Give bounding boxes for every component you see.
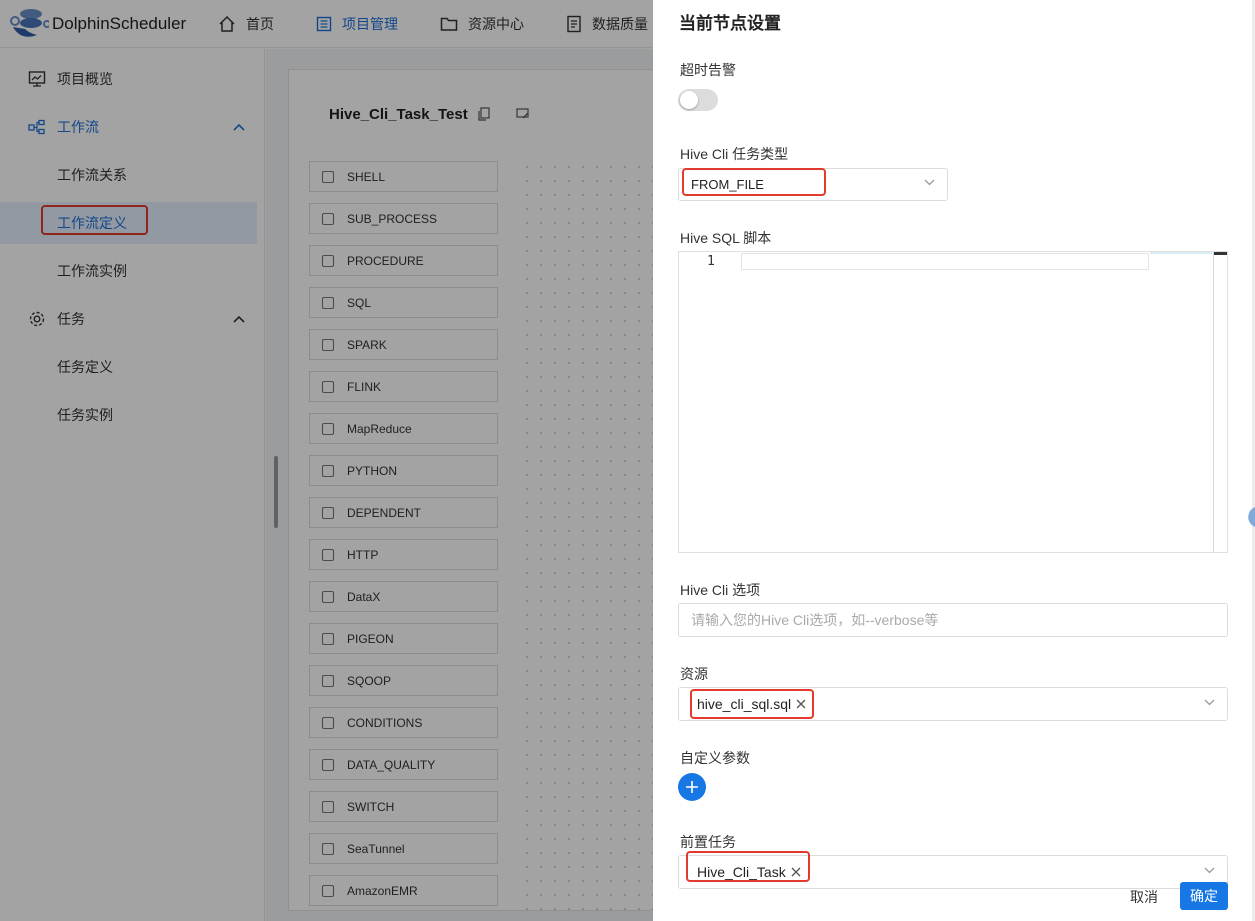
line-number: 1 (707, 254, 715, 269)
chevron-down-icon (1204, 867, 1215, 874)
editor-current-line[interactable] (741, 253, 1149, 270)
chevron-down-icon (1204, 699, 1215, 706)
plus-icon (685, 780, 699, 794)
modal-mask[interactable] (0, 0, 653, 921)
highlight-box (686, 851, 810, 882)
pre-task-label: 前置任务 (680, 834, 736, 850)
highlight-box (690, 689, 814, 719)
editor-ruler (1150, 252, 1212, 254)
options-input[interactable]: 请输入您的Hive Cli选项，如--verbose等 (678, 603, 1228, 637)
custom-params-label: 自定义参数 (680, 750, 750, 766)
page: { "header": { "app_name": "DolphinSchedu… (0, 0, 1255, 921)
options-label: Hive Cli 选项 (680, 582, 761, 598)
options-placeholder: 请输入您的Hive Cli选项，如--verbose等 (691, 612, 939, 628)
cancel-button[interactable]: 取消 (1130, 887, 1158, 907)
timeout-toggle[interactable] (678, 89, 718, 111)
chevron-down-icon (924, 179, 935, 186)
resource-label: 资源 (680, 666, 708, 682)
side-widget-icon[interactable] (1244, 505, 1255, 529)
drawer-title: 当前节点设置 (679, 14, 781, 33)
highlight-box (682, 168, 826, 196)
editor-scrollbar[interactable] (1213, 252, 1214, 552)
sql-editor[interactable] (678, 251, 1228, 553)
editor-scroll-thumb[interactable] (1214, 252, 1227, 255)
confirm-button[interactable]: 确定 (1180, 882, 1228, 910)
task-type-label: Hive Cli 任务类型 (680, 146, 789, 162)
add-param-button[interactable] (678, 773, 706, 801)
script-label: Hive SQL 脚本 (680, 230, 772, 246)
timeout-label: 超时告警 (680, 62, 736, 78)
